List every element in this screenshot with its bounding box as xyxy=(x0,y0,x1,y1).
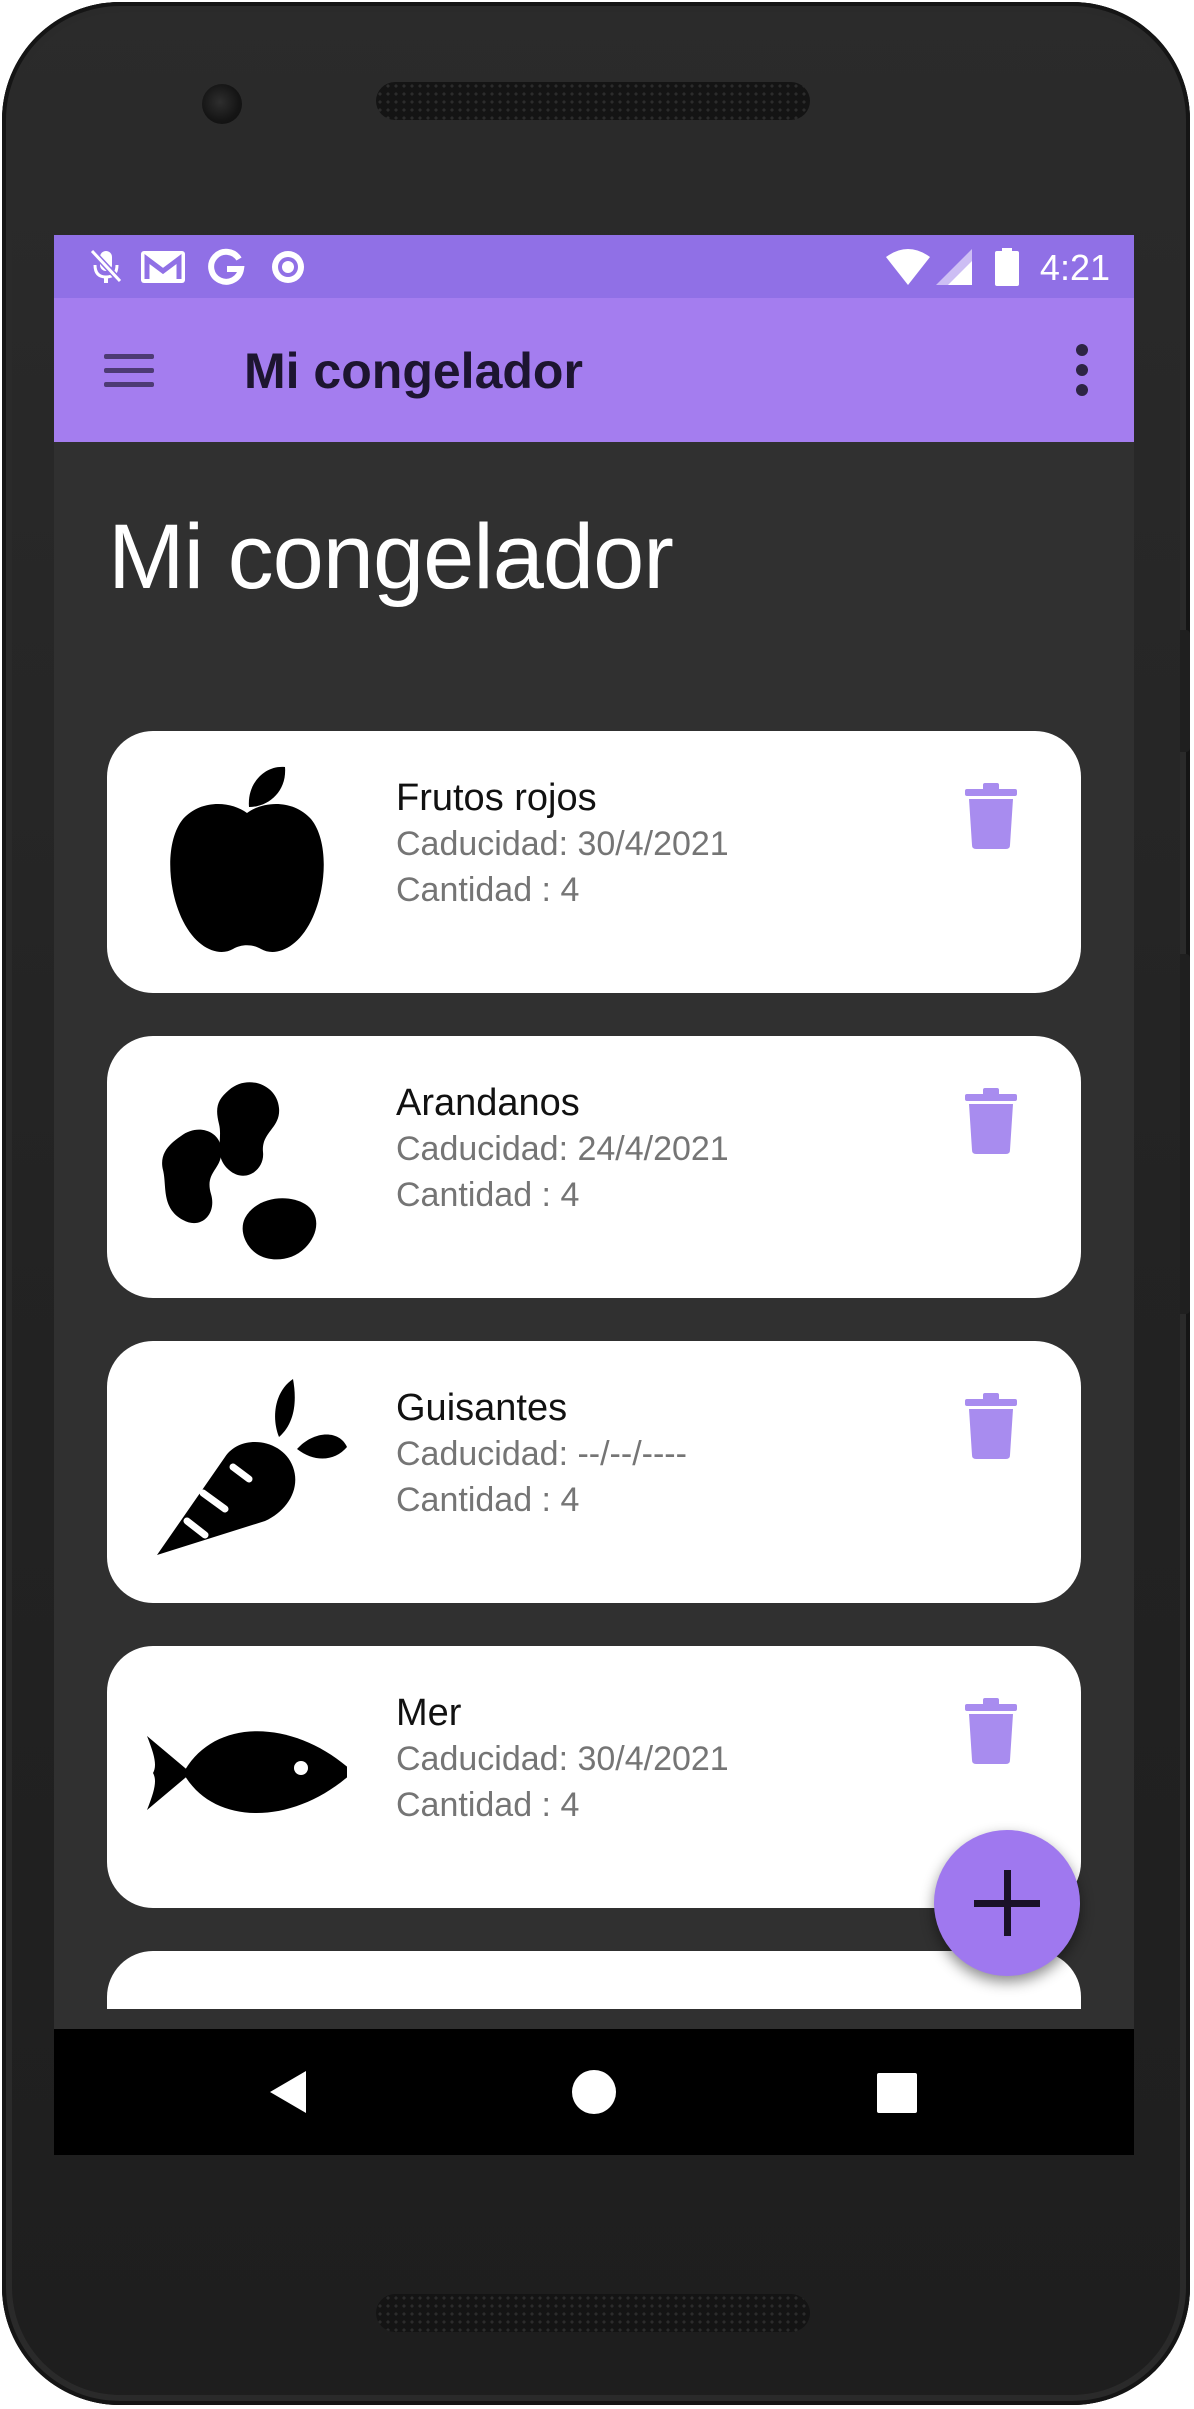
bottom-speaker xyxy=(376,2294,810,2332)
item-name: Mer xyxy=(396,1692,462,1734)
google-icon xyxy=(208,248,245,285)
app-bar: Mi congelador xyxy=(54,298,1134,442)
back-icon[interactable] xyxy=(268,2069,308,2115)
item-quantity: Cantidad : 4 xyxy=(396,1176,580,1214)
battery-icon xyxy=(995,248,1019,286)
signal-icon xyxy=(936,249,972,285)
trash-icon[interactable] xyxy=(963,1088,1019,1154)
app-title: Mi congelador xyxy=(244,343,583,399)
add-item-fab[interactable] xyxy=(934,1830,1080,1976)
trash-icon[interactable] xyxy=(963,783,1019,849)
item-quantity: Cantidad : 4 xyxy=(396,1786,580,1824)
item-expiry: Caducidad: 30/4/2021 xyxy=(396,825,729,863)
recents-icon[interactable] xyxy=(876,2072,918,2114)
fish-icon xyxy=(147,1731,347,1814)
hamburger-menu-icon[interactable] xyxy=(104,350,154,390)
carrot-icon xyxy=(157,1379,347,1555)
item-name: Arandanos xyxy=(396,1082,580,1124)
gmail-icon xyxy=(141,251,185,283)
volume-button xyxy=(1180,954,1190,1314)
item-expiry: Caducidad: --/--/---- xyxy=(396,1435,687,1473)
top-speaker xyxy=(376,82,810,120)
status-bar: 4:21 xyxy=(54,235,1134,298)
status-time: 4:21 xyxy=(1039,247,1110,288)
item-quantity: Cantidad : 4 xyxy=(396,1481,580,1519)
more-vert-icon[interactable] xyxy=(1074,342,1090,398)
item-name: Frutos rojos xyxy=(396,777,597,819)
item-expiry: Caducidad: 24/4/2021 xyxy=(396,1130,729,1168)
beans-icon xyxy=(162,1082,317,1260)
circle-notification-icon xyxy=(272,251,304,283)
item-quantity: Cantidad : 4 xyxy=(396,871,580,909)
system-nav-bar xyxy=(54,2029,1134,2155)
wifi-icon xyxy=(886,249,930,285)
home-icon[interactable] xyxy=(569,2067,619,2117)
trash-icon[interactable] xyxy=(963,1698,1019,1764)
item-expiry: Caducidad: 30/4/2021 xyxy=(396,1740,729,1778)
mic-muted-icon xyxy=(89,248,123,284)
page-heading: Mi congelador xyxy=(108,506,674,608)
front-camera xyxy=(202,84,242,124)
screen: 4:21 Mi congelador Mi congelador Frutos … xyxy=(54,235,1134,2155)
food-card[interactable]: Arandanos Caducidad: 24/4/2021 Cantidad … xyxy=(107,1036,1081,1298)
phone-frame: 4:21 Mi congelador Mi congelador Frutos … xyxy=(2,2,1190,2405)
food-card[interactable]: Guisantes Caducidad: --/--/---- Cantidad… xyxy=(107,1341,1081,1603)
food-card[interactable]: Frutos rojos Caducidad: 30/4/2021 Cantid… xyxy=(107,731,1081,993)
item-name: Guisantes xyxy=(396,1387,568,1429)
power-button xyxy=(1180,630,1190,752)
trash-icon[interactable] xyxy=(963,1393,1019,1459)
apple-icon xyxy=(170,766,324,952)
plus-icon xyxy=(974,1870,1040,1936)
